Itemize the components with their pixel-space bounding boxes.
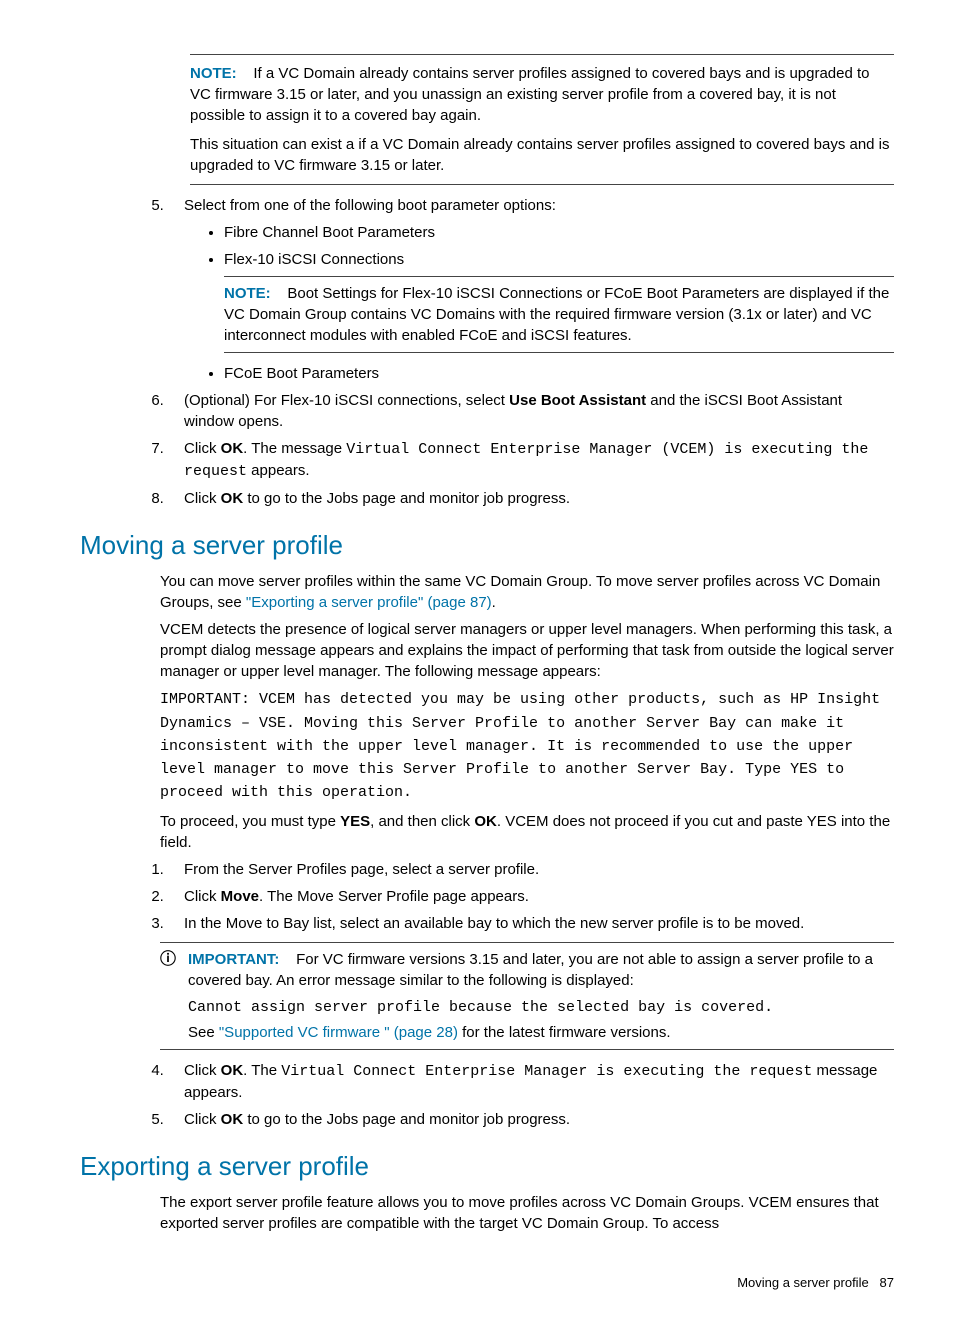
move-step-2: Click Move. The Move Server Profile page… <box>168 886 894 907</box>
note-text-1: If a VC Domain already contains server p… <box>190 65 870 124</box>
bullet-fibre: Fibre Channel Boot Parameters <box>224 222 894 243</box>
link-supported-fw[interactable]: "Supported VC firmware " (page 28) <box>219 1024 458 1041</box>
important-box: ⓘ IMPORTANT: For VC firmware versions 3.… <box>160 942 894 1050</box>
important-icon: ⓘ <box>160 949 188 971</box>
note-box-2: NOTE: Boot Settings for Flex-10 iSCSI Co… <box>224 276 894 353</box>
note-text-3: Boot Settings for Flex-10 iSCSI Connecti… <box>224 285 889 344</box>
step-5: Select from one of the following boot pa… <box>168 195 894 384</box>
step-5-intro: Select from one of the following boot pa… <box>184 197 556 214</box>
step-8: Click OK to go to the Jobs page and moni… <box>168 488 894 509</box>
moving-p3: To proceed, you must type YES, and then … <box>160 811 894 853</box>
moving-p2: VCEM detects the presence of logical ser… <box>160 619 894 682</box>
important-p1: For VC firmware versions 3.15 and later,… <box>188 951 873 989</box>
important-mono: Cannot assign server profile because the… <box>188 997 894 1018</box>
move-step-4: Click OK. The Virtual Connect Enterprise… <box>168 1060 894 1103</box>
note-text-2: This situation can exist a if a VC Domai… <box>190 134 894 176</box>
moving-mono: IMPORTANT: VCEM has detected you may be … <box>160 688 894 804</box>
moving-steps-2: Click OK. The Virtual Connect Enterprise… <box>168 1060 894 1130</box>
move-step-3: In the Move to Bay list, select an avail… <box>168 913 894 934</box>
move-step-1: From the Server Profiles page, select a … <box>168 859 894 880</box>
bullet-flex10-text: Flex-10 iSCSI Connections <box>224 251 404 268</box>
note-box-1: NOTE: If a VC Domain already contains se… <box>190 54 894 185</box>
step-7: Click OK. The message Virtual Connect En… <box>168 438 894 482</box>
heading-exporting: Exporting a server profile <box>80 1148 894 1184</box>
bullet-flex10: Flex-10 iSCSI Connections NOTE: Boot Set… <box>224 249 894 353</box>
step-5-bullets: Fibre Channel Boot Parameters Flex-10 iS… <box>212 222 894 384</box>
page-footer: Moving a server profile 87 <box>80 1274 894 1292</box>
moving-p1: You can move server profiles within the … <box>160 571 894 613</box>
steps-list-1: Select from one of the following boot pa… <box>168 195 894 509</box>
note-label-2: NOTE: <box>224 285 271 302</box>
step-6: (Optional) For Flex-10 iSCSI connections… <box>168 390 894 432</box>
moving-steps: From the Server Profiles page, select a … <box>168 859 894 934</box>
note-label: NOTE: <box>190 65 237 82</box>
important-label: IMPORTANT: <box>188 951 279 968</box>
link-exporting[interactable]: "Exporting a server profile" (page 87) <box>246 594 492 611</box>
heading-moving: Moving a server profile <box>80 527 894 563</box>
bullet-fcoe: FCoE Boot Parameters <box>224 363 894 384</box>
move-step-5: Click OK to go to the Jobs page and moni… <box>168 1109 894 1130</box>
exporting-p1: The export server profile feature allows… <box>160 1192 894 1234</box>
